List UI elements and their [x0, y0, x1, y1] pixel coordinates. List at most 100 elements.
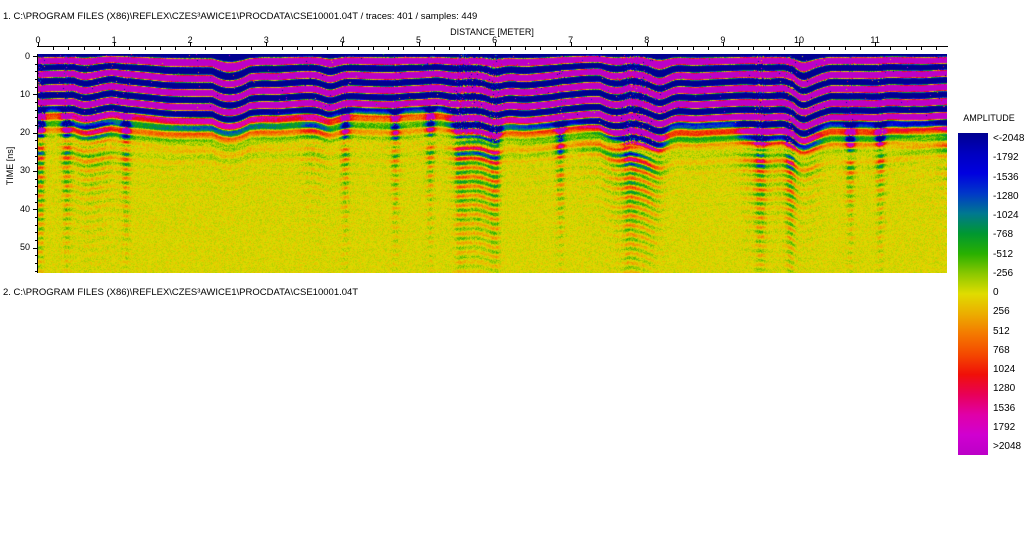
distance-minor-tick: [905, 47, 907, 50]
colorbar-title: AMPLITUDE: [963, 113, 1015, 123]
distance-tick-label: 7: [568, 35, 574, 45]
time-minor-tick: [35, 102, 37, 103]
profile-window-1-title: 1. C:\PROGRAM FILES (X86)\REFLEX\CZES³AW…: [3, 11, 478, 22]
time-minor-tick: [35, 262, 37, 264]
colorbar-tick-label: -1280: [993, 190, 1019, 202]
time-tick-label: 50: [19, 242, 30, 252]
colorbar-tick-label: 512: [993, 325, 1010, 337]
distance-tick-label: 6: [492, 35, 498, 45]
time-minor-tick: [35, 86, 37, 88]
distance-minor-tick: [159, 47, 161, 50]
colorbar-tick-label: 1792: [993, 421, 1016, 433]
distance-minor-tick: [357, 47, 359, 50]
distance-minor-tick: [814, 47, 816, 50]
profile-window-2-title: 2. C:\PROGRAM FILES (X86)\REFLEX\CZES³AW…: [3, 287, 359, 298]
time-tick-label: 20: [19, 127, 30, 138]
colorbar-tick-label: >2048: [993, 441, 1022, 452]
distance-minor-tick: [859, 47, 861, 50]
time-minor-tick: [35, 117, 37, 119]
reflexw-workspace: 1. C:\PROGRAM FILES (X86)\REFLEX\CZES³AW…: [0, 0, 1024, 555]
time-minor-tick: [35, 255, 37, 257]
colorbar-tick-label: -1536: [993, 171, 1019, 183]
radargram-profile-image[interactable]: [38, 54, 947, 273]
distance-minor-tick: [677, 47, 679, 50]
distance-minor-tick: [509, 47, 511, 50]
time-minor-tick: [35, 63, 37, 65]
distance-minor-tick: [890, 47, 892, 50]
time-minor-tick: [35, 124, 37, 126]
distance-minor-tick: [220, 47, 222, 50]
time-minor-tick: [35, 109, 37, 111]
distance-tick-label: 8: [644, 35, 650, 45]
time-minor-tick: [35, 232, 37, 234]
distance-minor-tick: [235, 47, 237, 50]
colorbar-tick-label: 0: [993, 287, 999, 298]
distance-tick-label: 11: [870, 35, 880, 45]
time-major-tick: [33, 170, 37, 172]
colorbar-tick-label: -768: [993, 229, 1014, 241]
distance-tick-label: 2: [187, 35, 193, 45]
distance-axis-line: [37, 46, 948, 47]
distance-minor-tick: [936, 47, 937, 50]
time-tick-label: 10: [19, 88, 30, 99]
distance-tick-label: 0: [35, 35, 41, 45]
time-minor-tick: [35, 140, 37, 142]
distance-minor-tick: [768, 47, 770, 50]
distance-minor-tick: [144, 47, 146, 50]
distance-minor-tick: [175, 47, 176, 50]
distance-tick-label: 10: [793, 35, 804, 45]
distance-minor-tick: [662, 47, 663, 50]
distance-minor-tick: [844, 47, 846, 50]
distance-minor-tick: [251, 47, 253, 50]
colorbar-tick-label: -512: [993, 248, 1014, 260]
time-major-tick: [33, 209, 37, 211]
distance-minor-tick: [205, 47, 207, 50]
distance-minor-tick: [920, 47, 922, 50]
time-major-tick: [33, 56, 37, 57]
colorbar-tick-label: 1024: [993, 364, 1016, 375]
distance-minor-tick: [616, 47, 618, 50]
distance-minor-tick: [83, 47, 85, 50]
time-minor-tick: [35, 216, 37, 218]
amplitude-colorbar: [958, 133, 988, 455]
time-minor-tick: [35, 178, 37, 180]
time-minor-tick: [35, 79, 37, 80]
distance-minor-tick: [68, 47, 70, 50]
distance-minor-tick: [296, 47, 298, 50]
distance-minor-tick: [601, 47, 603, 50]
distance-tick-label: 1: [111, 35, 117, 45]
time-major-tick: [33, 132, 37, 134]
time-minor-tick: [35, 147, 37, 149]
distance-minor-tick: [372, 47, 374, 50]
distance-minor-tick: [281, 47, 283, 50]
distance-minor-tick: [479, 47, 481, 50]
distance-minor-tick: [98, 47, 100, 50]
colorbar-tick-label: 1536: [993, 402, 1016, 414]
time-major-tick: [33, 94, 37, 96]
time-minor-tick: [35, 201, 37, 203]
distance-minor-tick: [464, 47, 466, 50]
time-minor-tick: [35, 193, 37, 195]
distance-minor-tick: [829, 47, 831, 50]
distance-minor-tick: [388, 47, 390, 50]
distance-minor-tick: [53, 47, 55, 50]
colorbar-tick-label: -1024: [993, 210, 1019, 221]
distance-tick-label: 4: [339, 35, 345, 45]
time-tick-label: 30: [19, 165, 30, 176]
colorbar-tick-label: 768: [993, 344, 1010, 356]
colorbar-tick-label: 256: [993, 306, 1010, 318]
distance-minor-tick: [692, 47, 694, 50]
time-minor-tick: [35, 224, 37, 226]
distance-minor-tick: [783, 47, 785, 50]
colorbar-tick-label: -256: [993, 267, 1014, 279]
colorbar-tick-label: -1792: [993, 152, 1019, 164]
time-tick-label: 40: [19, 203, 30, 214]
distance-minor-tick: [585, 47, 587, 50]
distance-minor-tick: [525, 47, 526, 50]
colorbar-tick-label: 1280: [993, 383, 1016, 395]
time-minor-tick: [35, 163, 37, 165]
time-minor-tick: [35, 186, 37, 188]
time-minor-tick: [35, 155, 37, 157]
distance-minor-tick: [403, 47, 405, 50]
time-tick-label: 0: [24, 50, 30, 61]
